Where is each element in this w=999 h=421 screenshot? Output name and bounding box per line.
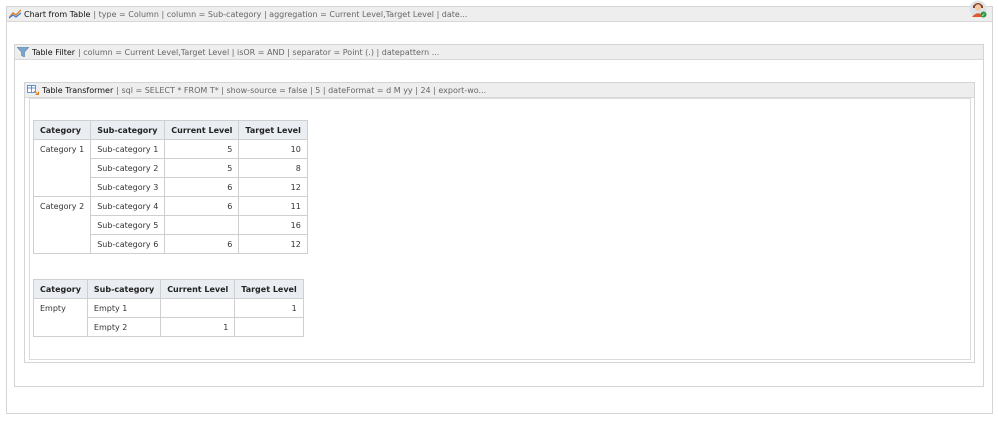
target-level-cell — [234, 317, 304, 337]
sub-category-cell: Sub-category 3 — [90, 177, 166, 197]
sub-category-cell: Empty 1 — [86, 298, 162, 318]
current-level-cell — [160, 298, 236, 318]
column-header-category: Category — [32, 120, 92, 140]
svg-text:✓: ✓ — [981, 12, 985, 18]
column-header-current-level: Current Level — [160, 279, 236, 299]
column-header-sub-category: Sub-category — [90, 120, 166, 140]
table-header-row: Category Sub-category Current Level Targ… — [32, 120, 308, 140]
current-level-cell: 5 — [164, 139, 240, 159]
column-header-category: Category — [33, 279, 88, 299]
sub-category-cell: Sub-category 5 — [90, 215, 166, 235]
target-level-cell: 8 — [238, 158, 308, 178]
sub-category-cell: Sub-category 4 — [90, 196, 166, 216]
sub-category-cell: Sub-category 6 — [90, 234, 166, 254]
category-cell: Empty — [33, 298, 88, 337]
table-row: Empty Empty 1 1 — [33, 298, 304, 337]
category-cell: Category 2 — [32, 196, 92, 254]
filter-macro-params: | column = Current Level,Target Level | … — [78, 47, 440, 57]
data-table-categories: Category Sub-category Current Level Targ… — [32, 120, 308, 254]
category-cell: Category 1 — [32, 139, 92, 197]
current-level-cell: 5 — [164, 158, 240, 178]
column-header-sub-category: Sub-category — [86, 279, 162, 299]
target-level-cell: 12 — [238, 177, 308, 197]
table-row: Category 2 Sub-category 4 6 11 — [32, 196, 308, 254]
current-level-cell: 6 — [164, 234, 240, 254]
column-header-current-level: Current Level — [164, 120, 240, 140]
target-level-cell: 16 — [238, 215, 308, 235]
chart-macro-name: Chart from Table — [24, 9, 91, 19]
target-level-cell: 11 — [238, 196, 308, 216]
target-level-cell: 12 — [238, 234, 308, 254]
transformer-macro-title-bar[interactable]: Table Transformer | sql = SELECT * FROM … — [25, 83, 974, 98]
chart-macro-title-bar[interactable]: Chart from Table | type = Column | colum… — [7, 7, 992, 22]
transformer-macro-params: | sql = SELECT * FROM T* | show-source =… — [116, 85, 487, 95]
filter-macro-title-bar[interactable]: Table Filter | column = Current Level,Ta… — [15, 45, 983, 60]
data-table-empty: Category Sub-category Current Level Targ… — [33, 279, 304, 337]
column-header-target-level: Target Level — [238, 120, 308, 140]
target-level-cell: 1 — [234, 298, 304, 318]
table-row: Category 1 Sub-category 1 5 10 — [32, 139, 308, 197]
sub-category-cell: Sub-category 1 — [90, 139, 166, 159]
filter-macro-name: Table Filter — [32, 47, 76, 57]
current-level-cell: 6 — [164, 196, 240, 216]
sub-category-cell: Empty 2 — [86, 317, 162, 337]
user-avatar-icon[interactable]: ✓ — [969, 0, 987, 18]
line-chart-icon — [9, 9, 21, 19]
current-level-cell: 1 — [160, 317, 236, 337]
chart-macro-params: | type = Column | column = Sub-category … — [93, 9, 468, 19]
sub-category-cell: Sub-category 2 — [90, 158, 166, 178]
funnel-filter-icon — [17, 47, 29, 57]
transformer-macro-name: Table Transformer — [42, 85, 114, 95]
table-transform-icon — [27, 85, 39, 95]
column-header-target-level: Target Level — [234, 279, 304, 299]
target-level-cell: 10 — [238, 139, 308, 159]
current-level-cell — [164, 215, 240, 235]
table-header-row: Category Sub-category Current Level Targ… — [33, 279, 304, 299]
current-level-cell: 6 — [164, 177, 240, 197]
